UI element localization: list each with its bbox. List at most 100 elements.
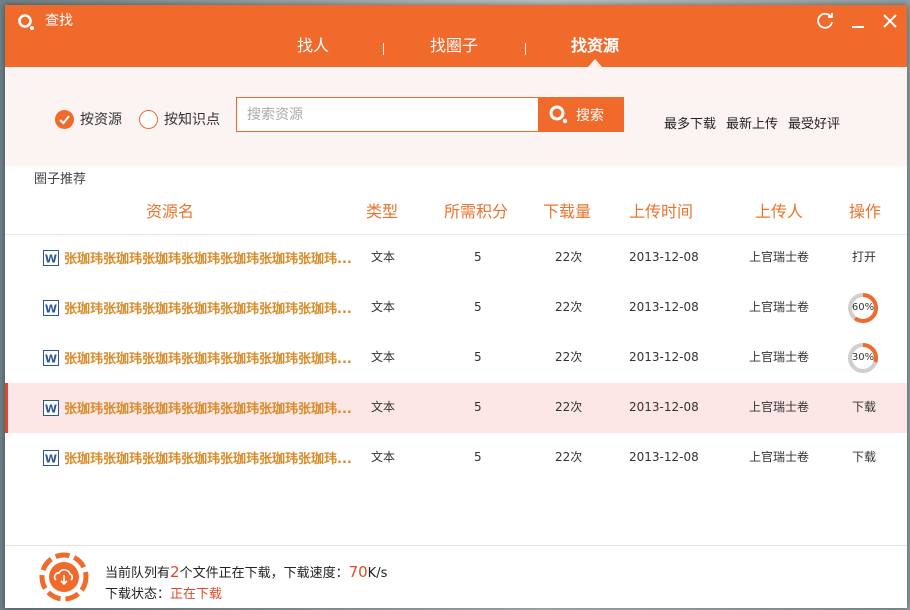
cell-type: 文本 (371, 250, 396, 264)
queue-prefix: 当前队列有 (105, 566, 171, 581)
svg-text:W: W (45, 302, 57, 315)
column-header-upload-time: 上传时间 (629, 202, 694, 221)
refresh-icon (817, 12, 833, 29)
svg-text:W: W (45, 252, 57, 265)
column-header-name: 资源名 (146, 202, 195, 221)
download-speed: 70 (348, 563, 368, 581)
word-document-icon: W (43, 349, 59, 366)
column-header-uploader: 上传人 (755, 202, 804, 221)
cell-downloads: 22次 (555, 450, 583, 464)
main-nav: 找人 找圈子 找资源 (5, 35, 907, 67)
cell-uploader: 上官瑞士卷 (749, 450, 810, 464)
tab-find-people[interactable]: 找人 (297, 35, 329, 57)
resource-name-text: 张珈玮张珈玮张珈玮张珈玮张珈玮张珈玮张珈玮... (64, 302, 352, 317)
table-row[interactable]: W 张珈玮张珈玮张珈玮张珈玮张珈玮张珈玮张珈玮... 文本 5 22次 2013… (5, 233, 907, 283)
search-icon (17, 13, 37, 33)
svg-text:W: W (45, 352, 57, 365)
cell-upload-time: 2013-12-08 (629, 250, 699, 264)
word-document-icon: W (43, 399, 59, 416)
speed-unit: K/s (367, 566, 388, 581)
resource-name[interactable]: W 张珈玮张珈玮张珈玮张珈玮张珈玮张珈玮张珈玮... (43, 298, 352, 317)
cell-type: 文本 (371, 400, 396, 414)
cell-upload-time: 2013-12-08 (629, 450, 699, 464)
radio-by-knowledge[interactable]: 按知识点 (139, 109, 220, 129)
download-state-text: 下载状态：正在下载 (105, 583, 222, 602)
cell-uploader: 上官瑞士卷 (749, 250, 810, 264)
resource-name-text: 张珈玮张珈玮张珈玮张珈玮张珈玮张珈玮张珈玮... (64, 252, 352, 267)
cell-points: 5 (474, 400, 482, 414)
title-bar: 查找 找人 找圈子 找资源 (5, 5, 907, 67)
cell-downloads: 22次 (555, 300, 583, 314)
radio-label: 按知识点 (164, 112, 220, 128)
download-button[interactable]: 下载 (852, 448, 876, 466)
window-title: 查找 (45, 13, 73, 29)
radio-by-resource[interactable]: 按资源 (55, 109, 122, 129)
radio-unchecked-icon (139, 109, 158, 129)
cell-downloads: 22次 (555, 400, 583, 414)
refresh-button[interactable] (813, 9, 837, 33)
close-icon (883, 14, 897, 28)
cell-points: 5 (474, 250, 482, 264)
minimize-icon (852, 26, 864, 28)
sort-newest[interactable]: 最新上传 (726, 113, 778, 132)
cell-type: 文本 (371, 300, 396, 314)
cell-points: 5 (474, 350, 482, 364)
search-window: 查找 找人 找圈子 找资源 按资源 按知识点 搜索资源 搜索 最多下载 最新上传… (5, 5, 907, 608)
search-panel: 按资源 按知识点 搜索 最多下载 最新上传 最受好评 (5, 67, 907, 166)
close-button[interactable] (878, 9, 902, 33)
search-input-box (236, 97, 539, 132)
cell-points: 5 (474, 300, 482, 314)
open-button[interactable]: 打开 (852, 248, 876, 266)
progress-label: 60% (851, 302, 875, 313)
download-status-bar: 当前队列有2个文件正在下载，下载速度：70K/s 下载状态：正在下载 (5, 545, 907, 608)
download-button[interactable]: 下载 (852, 398, 876, 416)
sort-top-rated[interactable]: 最受好评 (788, 113, 840, 132)
radio-checked-icon (55, 109, 74, 129)
cell-downloads: 22次 (555, 250, 583, 264)
cell-upload-time: 2013-12-08 (629, 400, 699, 414)
resource-name[interactable]: W 张珈玮张珈玮张珈玮张珈玮张珈玮张珈玮张珈玮... (43, 398, 352, 417)
column-header-type: 类型 (366, 202, 399, 221)
cell-uploader: 上官瑞士卷 (749, 300, 810, 314)
cell-upload-time: 2013-12-08 (629, 300, 699, 314)
resource-name[interactable]: W 张珈玮张珈玮张珈玮张珈玮张珈玮张珈玮张珈玮... (43, 448, 352, 467)
status-value: 正在下载 (170, 587, 223, 602)
minimize-button[interactable] (846, 9, 870, 33)
resource-name[interactable]: W 张珈玮张珈玮张珈玮张珈玮张珈玮张珈玮张珈玮... (43, 348, 352, 367)
word-document-icon: W (43, 449, 59, 466)
table-header: 资源名 类型 所需积分 下载量 上传时间 上传人 操作 (5, 201, 907, 235)
status-label: 下载状态： (105, 587, 171, 602)
search-input[interactable] (237, 98, 538, 131)
cell-downloads: 22次 (555, 350, 583, 364)
column-header-points: 所需积分 (444, 202, 509, 221)
cell-type: 文本 (371, 450, 396, 464)
download-progress-ring[interactable]: 60% (847, 292, 879, 324)
cell-uploader: 上官瑞士卷 (749, 400, 810, 414)
tab-find-circles[interactable]: 找圈子 (430, 35, 478, 57)
download-progress-ring[interactable]: 30% (847, 342, 879, 374)
table-row[interactable]: W 张珈玮张珈玮张珈玮张珈玮张珈玮张珈玮张珈玮... 文本 5 22次 2013… (5, 283, 907, 333)
cell-upload-time: 2013-12-08 (629, 350, 699, 364)
search-button-label: 搜索 (576, 107, 604, 124)
column-header-downloads: 下载量 (543, 202, 592, 221)
resource-name-text: 张珈玮张珈玮张珈玮张珈玮张珈玮张珈玮张珈玮... (64, 452, 352, 467)
sort-most-downloads[interactable]: 最多下载 (664, 113, 716, 132)
tab-find-resources[interactable]: 找资源 (571, 35, 619, 57)
progress-label: 30% (851, 352, 875, 363)
table-row[interactable]: W 张珈玮张珈玮张珈玮张珈玮张珈玮张珈玮张珈玮... 文本 5 22次 2013… (5, 383, 907, 433)
nav-divider (525, 43, 526, 55)
cell-uploader: 上官瑞士卷 (749, 350, 810, 364)
word-document-icon: W (43, 249, 59, 266)
nav-divider (383, 43, 384, 55)
table-row[interactable]: W 张珈玮张珈玮张珈玮张珈玮张珈玮张珈玮张珈玮... 文本 5 22次 2013… (5, 333, 907, 383)
search-button[interactable]: 搜索 (538, 97, 624, 132)
svg-text:W: W (45, 402, 57, 415)
search-icon (549, 105, 568, 123)
section-title: 圈子推荐 (34, 172, 87, 187)
resource-name[interactable]: W 张珈玮张珈玮张珈玮张珈玮张珈玮张珈玮张珈玮... (43, 248, 352, 267)
word-document-icon: W (43, 299, 59, 316)
radio-label: 按资源 (80, 112, 122, 128)
cell-points: 5 (474, 450, 482, 464)
table-row[interactable]: W 张珈玮张珈玮张珈玮张珈玮张珈玮张珈玮张珈玮... 文本 5 22次 2013… (5, 433, 907, 483)
resource-name-text: 张珈玮张珈玮张珈玮张珈玮张珈玮张珈玮张珈玮... (64, 402, 352, 417)
